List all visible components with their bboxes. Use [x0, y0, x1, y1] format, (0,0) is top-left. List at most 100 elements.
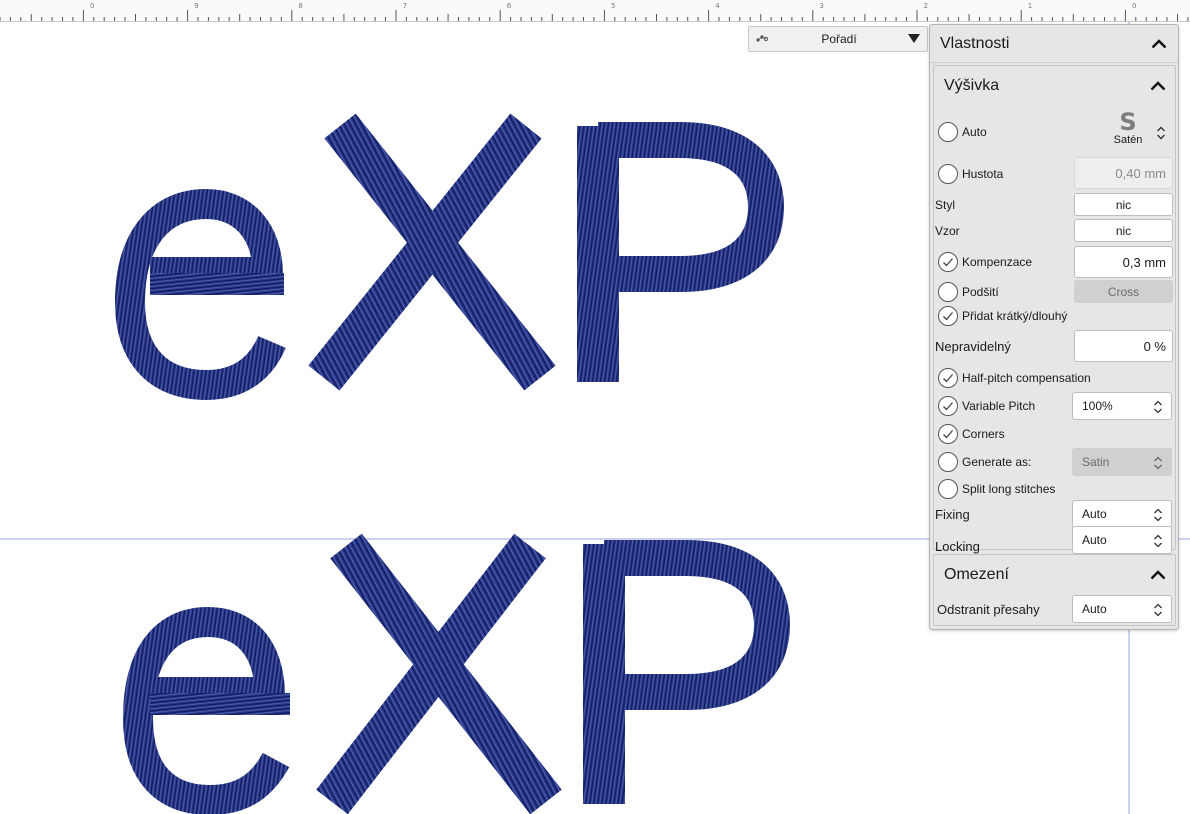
limits-section: Omezení Odstranit přesahy Auto: [933, 554, 1176, 626]
stitch-type-label: Satén: [1113, 134, 1143, 146]
stitch-order-icon: [749, 34, 777, 44]
auto-row: Auto S Satén: [934, 110, 1175, 150]
ruler-label: 2: [924, 2, 928, 10]
ruler-label: 7: [403, 2, 407, 10]
chevron-up-icon[interactable]: [1149, 77, 1167, 95]
compensation-field[interactable]: 0,3 mm: [1074, 246, 1173, 278]
checkmark-icon: [943, 258, 953, 267]
compensation-checkbox[interactable]: [938, 252, 958, 272]
locking-value: Auto: [1082, 533, 1107, 547]
properties-panel: Vlastnosti Výšivka Auto S Satén Hustota …: [929, 24, 1179, 630]
underlay-checkbox[interactable]: [938, 282, 958, 302]
style-field[interactable]: nic: [1074, 193, 1173, 216]
ruler-label: 6: [507, 2, 512, 10]
updown-icon: [1153, 508, 1163, 525]
chevron-up-icon[interactable]: [1149, 566, 1167, 584]
design-top[interactable]: [114, 113, 785, 401]
design-bottom[interactable]: [122, 533, 791, 814]
pattern-field[interactable]: nic: [1074, 219, 1173, 242]
density-field[interactable]: 0,40 mm: [1074, 157, 1173, 189]
underlay-row: Podšití Cross: [934, 280, 1175, 304]
limits-header[interactable]: Omezení: [934, 555, 1175, 595]
split-row: Split long stitches: [934, 476, 1175, 502]
irregular-row: Nepravidelný 0 %: [934, 330, 1175, 362]
corners-row: Corners: [934, 422, 1175, 446]
checkmark-icon: [943, 430, 953, 439]
half-pitch-row: Half-pitch compensation: [934, 366, 1175, 390]
short-long-checkbox[interactable]: [938, 306, 958, 326]
properties-header[interactable]: Vlastnosti: [930, 25, 1178, 63]
updown-icon[interactable]: [1156, 126, 1166, 143]
updown-icon: [1153, 534, 1163, 551]
properties-title: Vlastnosti: [940, 34, 1010, 52]
variable-pitch-checkbox[interactable]: [938, 396, 958, 416]
generate-as-label: Generate as:: [962, 455, 1032, 469]
split-checkbox[interactable]: [938, 479, 958, 499]
ruler-label: 5: [611, 2, 615, 10]
fixing-value: Auto: [1082, 507, 1107, 521]
ruler-label: 8: [298, 2, 302, 10]
irregular-field[interactable]: 0 %: [1074, 330, 1173, 362]
chevron-up-icon[interactable]: [1150, 35, 1168, 53]
generate-as-select[interactable]: Satin: [1072, 448, 1172, 476]
style-row: Styl nic: [934, 193, 1175, 216]
checkmark-icon: [943, 374, 953, 383]
ruler-label: 0: [1132, 2, 1136, 10]
checkmark-icon: [943, 312, 953, 321]
fixing-select[interactable]: Auto: [1072, 500, 1172, 528]
remove-overlaps-row: Odstranit přesahy Auto: [934, 595, 1175, 623]
embroidery-section: Výšivka Auto S Satén Hustota 0,40 mm Sty…: [933, 65, 1176, 554]
split-label: Split long stitches: [962, 482, 1056, 496]
style-label: Styl: [935, 198, 956, 212]
locking-label: Locking: [935, 538, 980, 554]
underlay-field[interactable]: Cross: [1074, 280, 1173, 303]
underlay-label: Podšití: [962, 285, 999, 299]
compensation-label: Kompenzace: [962, 255, 1033, 269]
corners-label: Corners: [962, 427, 1005, 441]
auto-checkbox[interactable]: [938, 122, 958, 142]
variable-pitch-row: Variable Pitch 100%: [934, 392, 1175, 420]
pattern-label: Vzor: [935, 224, 960, 238]
density-row: Hustota 0,40 mm: [934, 157, 1175, 190]
order-label: Pořadí: [821, 32, 857, 46]
ruler-label: 4: [715, 2, 720, 10]
ruler-ticks: 0 9 8 7 6 5 4 3 2 1 0: [0, 2, 1189, 21]
letter-p-top-bowl[interactable]: [598, 122, 785, 292]
variable-pitch-label: Variable Pitch: [962, 399, 1036, 413]
short-long-row: Přidat krátký/dlouhý: [934, 304, 1175, 328]
limits-title: Omezení: [944, 566, 1009, 583]
short-long-label: Přidat krátký/dlouhý: [962, 309, 1068, 323]
satin-stitch-icon: S: [1119, 108, 1137, 136]
generate-as-checkbox[interactable]: [938, 452, 958, 472]
checkmark-icon: [943, 402, 953, 411]
compensation-row: Kompenzace 0,3 mm: [934, 246, 1175, 278]
ruler-label: 0: [90, 2, 94, 10]
order-button[interactable]: Pořadí: [748, 26, 928, 52]
generate-as-row: Generate as: Satin: [934, 448, 1175, 476]
half-pitch-checkbox[interactable]: [938, 368, 958, 388]
locking-select[interactable]: Auto: [1072, 526, 1172, 554]
half-pitch-label: Half-pitch compensation: [962, 371, 1091, 385]
fixing-label: Fixing: [935, 506, 970, 522]
fixing-row: Fixing Auto: [934, 500, 1175, 528]
variable-pitch-value: 100%: [1082, 399, 1113, 413]
density-checkbox[interactable]: [938, 164, 958, 184]
updown-icon: [1153, 400, 1163, 417]
embroidery-title: Výšivka: [944, 77, 1000, 94]
stitch-type-selector[interactable]: S Satén: [1106, 110, 1150, 147]
variable-pitch-select[interactable]: 100%: [1072, 392, 1172, 420]
generate-as-value: Satin: [1082, 455, 1110, 469]
triangle-down-icon[interactable]: [901, 34, 927, 44]
auto-label: Auto: [962, 125, 987, 139]
corners-checkbox[interactable]: [938, 424, 958, 444]
remove-overlaps-select[interactable]: Auto: [1072, 595, 1172, 623]
ruler-label: 3: [819, 2, 823, 10]
embroidery-header[interactable]: Výšivka: [934, 66, 1175, 106]
horizontal-ruler: 0 9 8 7 6 5 4 3 2 1 0: [0, 0, 1190, 22]
updown-icon: [1153, 603, 1163, 620]
letter-p-bottom-bowl[interactable]: [604, 540, 791, 710]
pattern-row: Vzor nic: [934, 219, 1175, 242]
ruler-label: 1: [1028, 2, 1032, 10]
ruler-label: 9: [194, 2, 198, 10]
irregular-label: Nepravidelný: [935, 338, 1011, 354]
